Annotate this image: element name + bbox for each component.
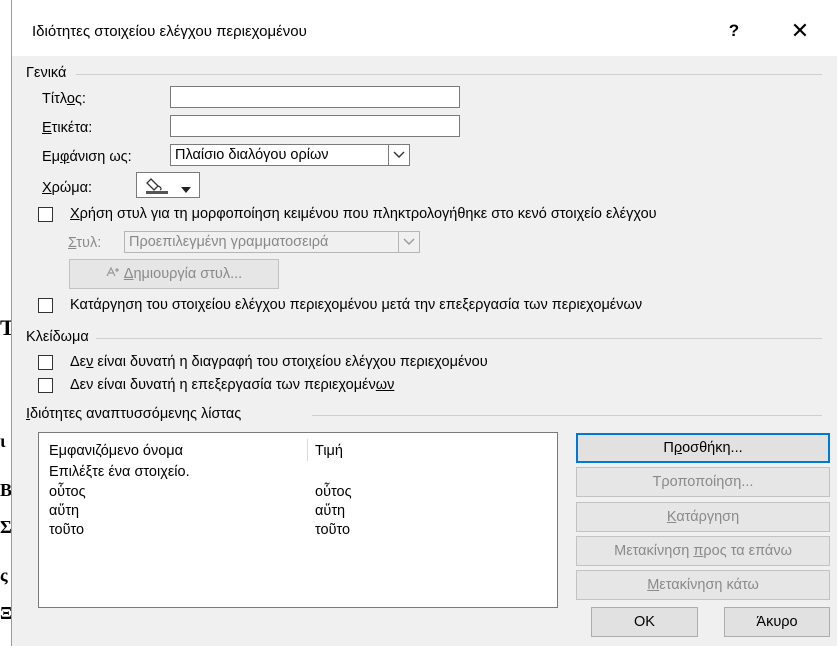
no-edit-checkbox[interactable] (38, 378, 53, 393)
list-item-value[interactable]: αὕτη (315, 503, 345, 519)
list-item-display[interactable]: αὕτη (49, 503, 79, 519)
use-style-label: Χρήση στυλ για τη μορφοποίηση κειμένου π… (70, 206, 657, 222)
content-control-properties-dialog: Ιδιότητες στοιχείου ελέγχου περιεχομένου… (11, 0, 837, 646)
remove-after-edit-label: Κατάργηση του στοιχείου ελέγχου περιεχομ… (70, 297, 643, 313)
new-style-icon (106, 260, 120, 288)
remove-button[interactable]: Κατάργηση (576, 502, 830, 532)
title-input[interactable] (170, 86, 460, 108)
show-as-value: Πλαίσιο διαλόγου ορίων (175, 147, 329, 163)
show-as-label: Εμφάνιση ως: (42, 149, 132, 165)
cancel-button[interactable]: Άκυρο (724, 607, 830, 637)
use-style-checkbox[interactable] (38, 207, 53, 222)
chevron-down-icon (398, 232, 419, 252)
style-label: Στυλ: (68, 235, 102, 251)
new-style-button[interactable]: Δημιουργία στυλ... (69, 259, 279, 289)
caret-down-icon (181, 181, 191, 197)
title-label: Τίτλος: (42, 91, 86, 107)
list-item-display[interactable]: Επιλέξτε ένα στοιχείο. (49, 464, 190, 480)
column-separator (307, 439, 308, 461)
paint-bucket-icon (145, 176, 171, 198)
move-down-button[interactable]: Μετακίνηση κάτω (576, 570, 830, 600)
dialog-title: Ιδιότητες στοιχείου ελέγχου περιεχομένου (32, 23, 307, 40)
section-locking-label: Κλείδωμα (26, 329, 89, 345)
doc-fragment: ς (0, 565, 8, 585)
close-button[interactable]: ✕ (780, 16, 820, 46)
tag-label: Ετικέτα: (42, 120, 93, 136)
section-divider (96, 338, 822, 339)
list-item-value[interactable]: τοῦτο (315, 522, 350, 538)
dropdown-items-list[interactable]: Εμφανιζόμενο όνομα Τιμή Επιλέξτε ένα στο… (38, 432, 558, 608)
help-button[interactable]: ? (717, 16, 751, 46)
column-header-display-name[interactable]: Εμφανιζόμενο όνομα (49, 443, 183, 459)
remove-after-edit-checkbox[interactable] (38, 298, 53, 313)
no-edit-label: Δεν είναι δυνατή η επεξεργασία των περιε… (70, 377, 395, 393)
no-delete-checkbox[interactable] (38, 355, 53, 370)
doc-fragment: ι (0, 431, 6, 451)
show-as-dropdown[interactable]: Πλαίσιο διαλόγου ορίων (170, 144, 410, 166)
style-value: Προεπιλεγμένη γραμματοσειρά (129, 234, 329, 250)
no-delete-label: Δεν είναι δυνατή η διαγραφή του στοιχείο… (70, 354, 488, 370)
column-header-value[interactable]: Τιμή (315, 443, 343, 459)
section-divider (76, 74, 822, 75)
color-picker-button[interactable] (136, 172, 200, 198)
list-item-value[interactable]: οὗτος (315, 484, 352, 500)
add-button[interactable]: Προσθήκη... (576, 433, 830, 463)
doc-fragment: Σ (0, 517, 12, 537)
tag-input[interactable] (170, 115, 460, 137)
list-item-display[interactable]: τοῦτο (49, 522, 84, 538)
style-dropdown[interactable]: Προεπιλεγμένη γραμματοσειρά (124, 231, 420, 253)
title-bar: Ιδιότητες στοιχείου ελέγχου περιεχομένου… (12, 0, 837, 56)
section-dropdown-label: Ιδιότητες αναπτυσσόμενης λίστας (26, 406, 242, 422)
section-divider (312, 415, 822, 416)
section-general-label: Γενικά (26, 65, 67, 81)
list-item-display[interactable]: οὗτος (49, 484, 86, 500)
ok-button[interactable]: OK (591, 607, 698, 637)
move-up-button[interactable]: Μετακίνηση προς τα επάνω (576, 536, 830, 566)
modify-button[interactable]: Τροποποίηση... (576, 467, 830, 497)
color-label: Χρώμα: (42, 180, 93, 196)
chevron-down-icon (388, 145, 409, 165)
